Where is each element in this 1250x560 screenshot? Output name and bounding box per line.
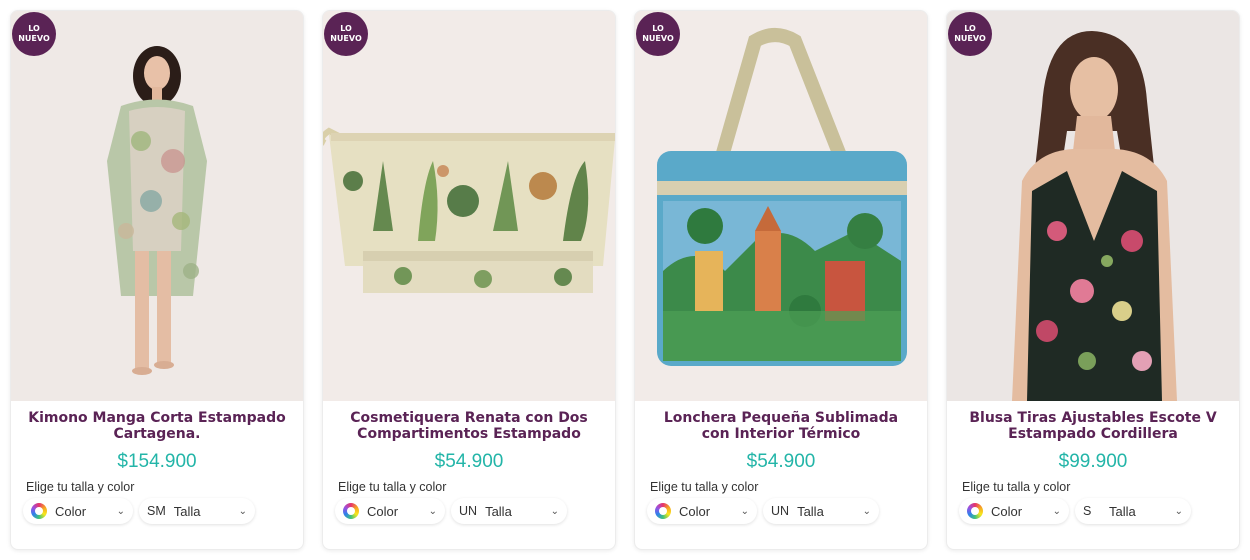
size-select[interactable]: UN Talla ⌄ [763,498,879,524]
size-code: SM [147,504,166,518]
size-select[interactable]: UN Talla ⌄ [451,498,567,524]
product-price: $54.900 [434,451,504,472]
size-code: UN [771,504,790,518]
variant-selectors: Color ⌄ UN Talla ⌄ [635,498,927,524]
color-wheel-icon [655,503,671,519]
new-badge: LO NUEVO [324,12,368,56]
product-price: $154.900 [117,451,197,472]
product-grid: LO NUEVO Kimono Manga Corta Estampado Car… [0,0,1250,560]
size-select-label: Talla [1109,503,1136,519]
product-title[interactable]: Blusa Tiras Ajustables Escote V Estampad… [947,410,1239,442]
chevron-down-icon: ⌄ [116,505,125,517]
product-title[interactable]: Cosmetiquera Renata con Dos Compartiment… [323,410,615,442]
product-title[interactable]: Lonchera Pequeña Sublimada con Interior … [635,410,927,442]
size-color-label: Elige tu talla y color [650,480,759,494]
chevron-down-icon: ⌄ [1052,505,1061,517]
product-title[interactable]: Kimono Manga Corta Estampado Cartagena. [11,410,303,442]
variant-selectors: Color ⌄ S Talla ⌄ [947,498,1239,524]
color-wheel-icon [343,503,359,519]
color-select[interactable]: Color ⌄ [335,498,445,524]
new-badge: LO NUEVO [636,12,680,56]
product-price: $99.900 [1058,451,1128,472]
product-price: $54.900 [746,451,816,472]
color-select-label: Color [55,503,87,519]
size-select-label: Talla [173,503,201,519]
chevron-down-icon: ⌄ [550,505,559,517]
color-select-label: Color [679,503,711,519]
chevron-down-icon: ⌄ [428,505,437,517]
size-code: UN [459,504,478,518]
variant-selectors: Color ⌄ SM Talla ⌄ [11,498,303,524]
size-color-label: Elige tu talla y color [338,480,447,494]
size-code: S [1083,504,1092,518]
product-card: LO NUEVO Lonchera Pequeña Sublimada con I… [634,10,928,550]
product-image[interactable]: LO NUEVO [635,11,927,401]
product-card: LO NUEVO Kimono Manga Corta Estampado Car… [10,10,304,550]
color-wheel-icon [31,503,47,519]
variant-selectors: Color ⌄ UN Talla ⌄ [323,498,615,524]
color-select[interactable]: Color ⌄ [23,498,133,524]
product-image[interactable]: LO NUEVO [323,11,615,401]
product-image[interactable]: LO NUEVO [947,11,1239,401]
size-select[interactable]: S Talla ⌄ [1075,498,1191,524]
new-badge: LO NUEVO [12,12,56,56]
product-card: LO NUEVO Cosmetiquera Renata con Dos Comp… [322,10,616,550]
color-select-label: Color [991,503,1023,519]
size-select-label: Talla [797,503,824,519]
chevron-down-icon: ⌄ [1174,505,1183,517]
chevron-down-icon: ⌄ [862,505,871,517]
color-select[interactable]: Color ⌄ [959,498,1069,524]
chevron-down-icon: ⌄ [238,505,247,517]
color-select[interactable]: Color ⌄ [647,498,757,524]
size-color-label: Elige tu talla y color [962,480,1071,494]
size-select[interactable]: SM Talla ⌄ [139,498,255,524]
chevron-down-icon: ⌄ [740,505,749,517]
size-color-label: Elige tu talla y color [26,480,135,494]
new-badge: LO NUEVO [948,12,992,56]
color-wheel-icon [967,503,983,519]
size-select-label: Talla [485,503,512,519]
product-card: LO NUEVO Blusa Tiras Ajustables Escote V … [946,10,1240,550]
product-image[interactable]: LO NUEVO [11,11,303,401]
color-select-label: Color [367,503,399,519]
